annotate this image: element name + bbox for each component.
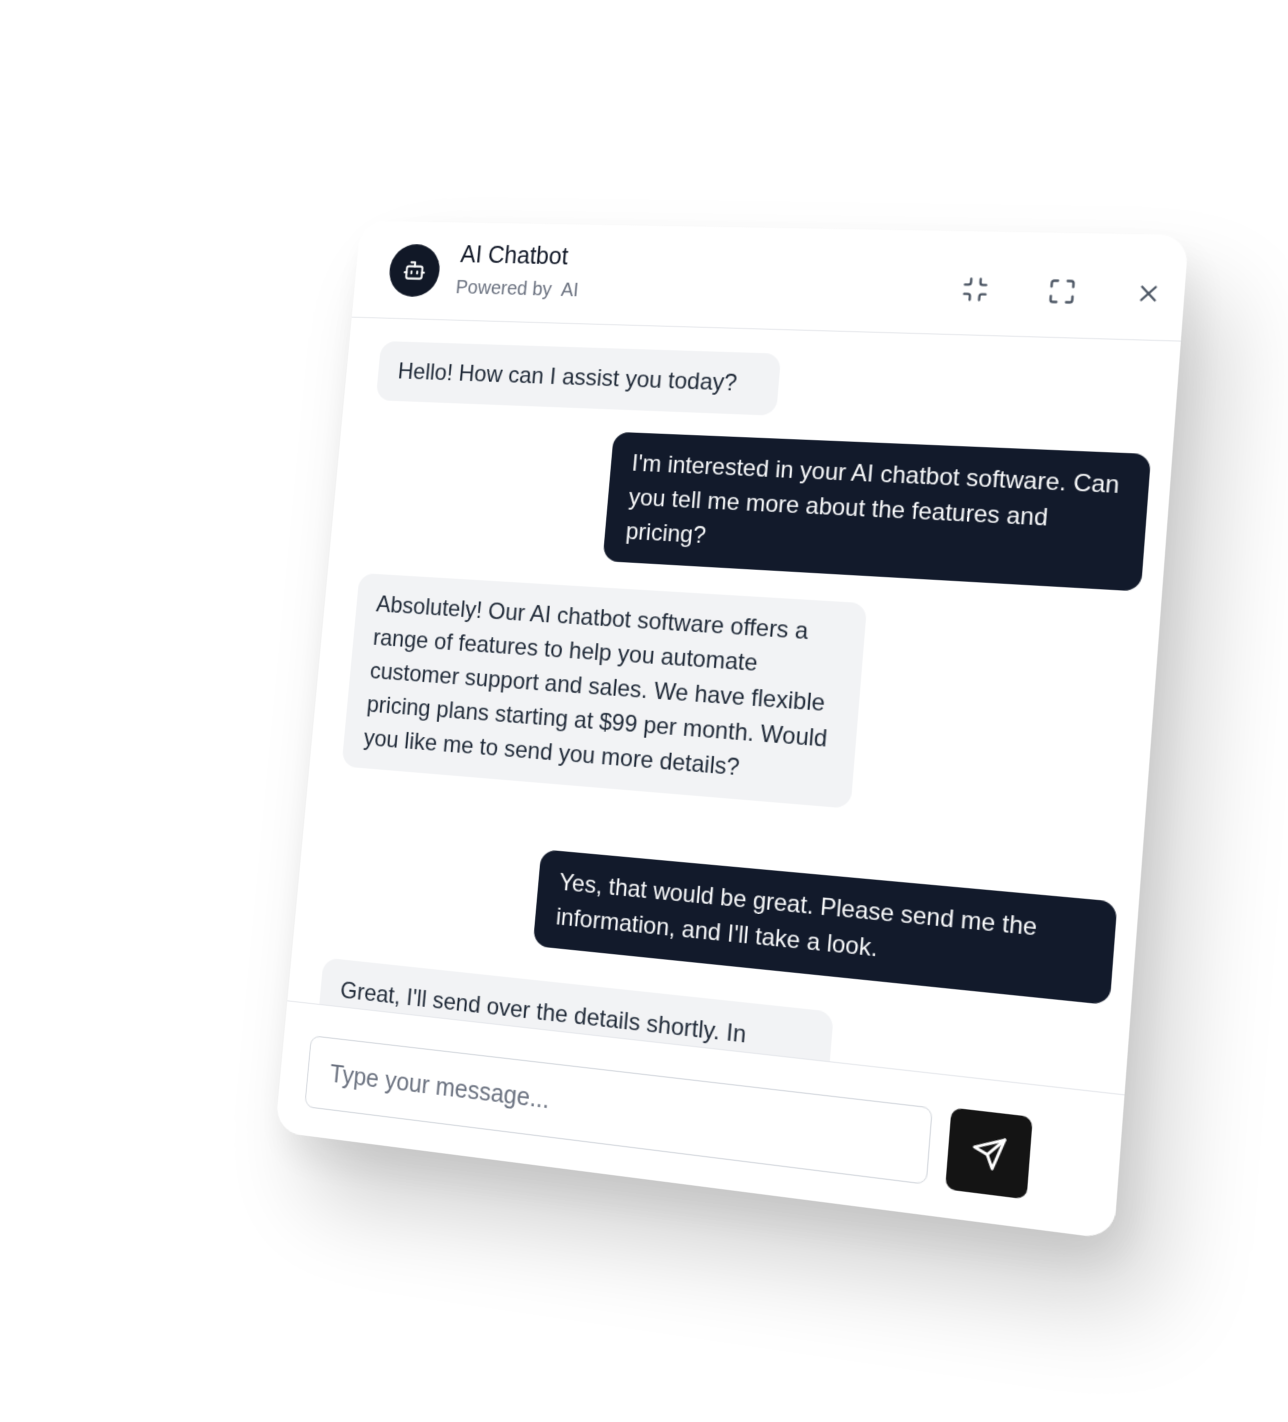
chat-window: AI Chatbot Powered by AI Hello! How can … [275,220,1189,1240]
user-message: Yes, that would be great. Please send me… [532,849,1118,1006]
minimize-button[interactable] [956,271,995,308]
chat-title: AI Chatbot [459,241,570,271]
bot-message: Hello! How can I assist you today? [375,341,782,416]
send-button[interactable] [945,1107,1033,1200]
user-message: I'm interested in your AI chatbot softwa… [602,431,1152,592]
bot-icon [402,258,427,283]
bot-avatar [387,243,442,298]
close-icon [1134,280,1163,307]
stage: AI Chatbot Powered by AI Hello! How can … [0,0,1288,1422]
chat-subtitle: Powered by AI [454,277,580,302]
send-icon [970,1133,1008,1173]
bot-message: Absolutely! Our AI chatbot software offe… [341,573,868,809]
message-list[interactable]: Hello! How can I assist you today? I'm i… [287,318,1180,1095]
minimize-icon [960,275,991,304]
close-button[interactable] [1128,275,1169,313]
maximize-icon [1047,277,1078,306]
maximize-button[interactable] [1042,273,1082,310]
